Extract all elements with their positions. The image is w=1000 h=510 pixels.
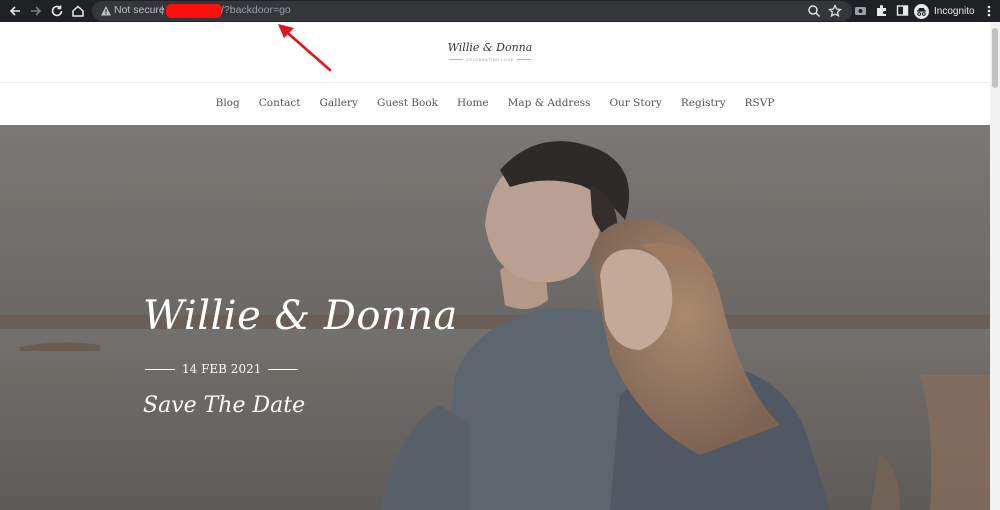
site-logo[interactable]: Willie & Donna [0,41,980,54]
nav-item-guest-book[interactable]: Guest Book [377,97,438,109]
nav-item-registry[interactable]: Registry [681,97,726,109]
scrollbar-thumb[interactable] [992,28,998,88]
star-icon[interactable] [828,4,842,18]
page-scrollbar[interactable] [990,22,1000,510]
forward-arrow-icon[interactable] [28,3,44,19]
logo-divider-right [516,59,531,60]
logo-subtitle-row: CELEBRATING LOVE [0,57,980,62]
nav-item-blog[interactable]: Blog [216,97,240,109]
logo-divider-left [449,59,464,60]
extensions-icon[interactable] [874,3,889,18]
annotation-arrow [270,18,340,78]
warning-icon[interactable] [100,5,112,17]
screenshot-icon[interactable] [853,3,868,18]
address-bar[interactable]: Not secure | /?backdoor=go [92,1,852,21]
zoom-icon[interactable] [807,4,821,18]
hero-section: Willie & Donna 14 FEB 2021 Save The Date [0,125,990,510]
nav-item-rsvp[interactable]: RSVP [745,97,775,109]
nav-item-home[interactable]: Home [457,97,489,109]
hero-title: Willie & Donna [143,293,458,339]
nav-item-gallery[interactable]: Gallery [319,97,358,109]
url-separator: | [161,4,164,16]
redacted-domain [166,4,222,18]
incognito-indicator[interactable]: Incognito [914,2,975,20]
nav-item-map-address[interactable]: Map & Address [508,97,591,109]
home-icon[interactable] [70,3,86,19]
site-header: Willie & Donna CELEBRATING LOVE [0,22,990,83]
sidebar-icon[interactable] [895,3,910,18]
browser-toolbar: Not secure | /?backdoor=go Incognito [0,0,1000,22]
incognito-icon [914,3,929,19]
url-path[interactable]: /?backdoor=go [221,4,291,16]
hero-subtitle: Save The Date [143,393,306,418]
hero-date-divider-left [145,368,175,370]
nav-item-our-story[interactable]: Our Story [609,97,661,109]
main-navigation: Blog Contact Gallery Guest Book Home Map… [0,84,990,125]
hero-date-row: 14 FEB 2021 [145,362,299,376]
hero-date-divider-right [268,368,299,370]
hero-date: 14 FEB 2021 [182,362,262,376]
logo-subtitle: CELEBRATING LOVE [466,57,514,62]
more-menu-icon[interactable] [983,3,995,19]
nav-item-contact[interactable]: Contact [259,97,301,109]
back-arrow-icon[interactable] [7,3,23,19]
security-label[interactable]: Not secure [114,4,165,16]
reload-icon[interactable] [49,3,65,19]
incognito-label: Incognito [934,5,975,17]
